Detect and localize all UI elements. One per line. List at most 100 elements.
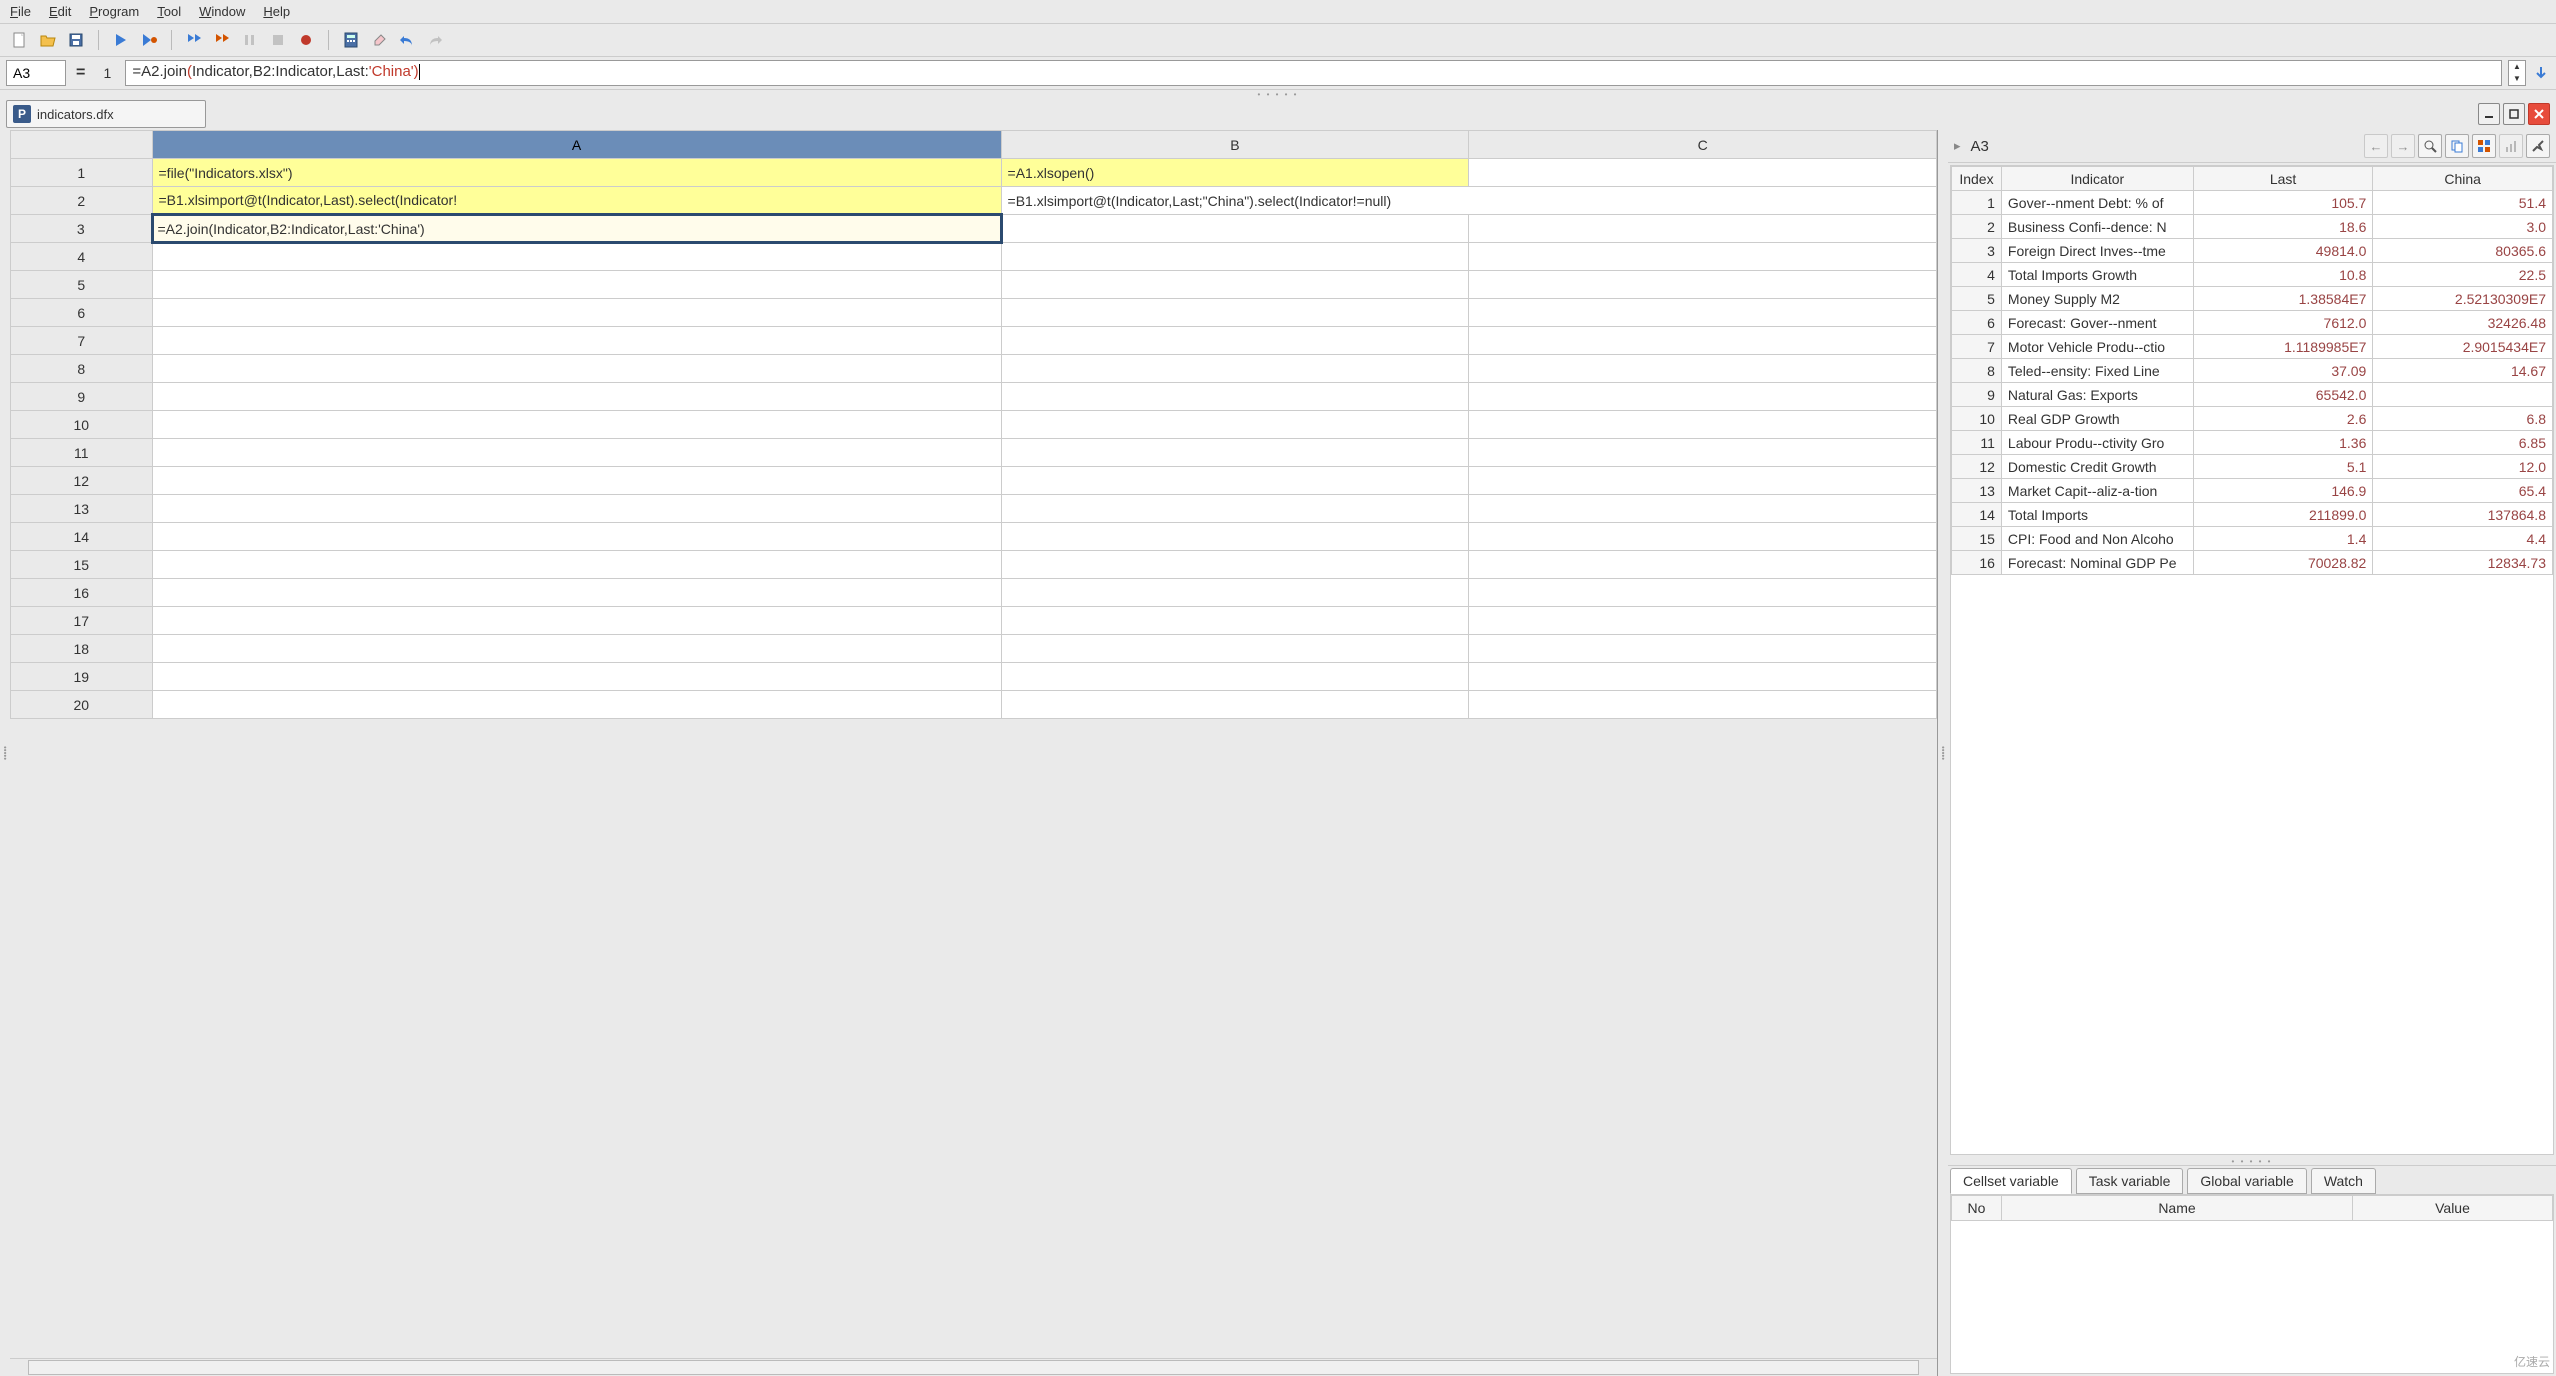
result-indicator-cell[interactable]: Money Supply M2 xyxy=(2001,287,2193,311)
col-header-C[interactable]: C xyxy=(1469,131,1937,159)
result-index-cell[interactable]: 1 xyxy=(1952,191,2002,215)
grid-cell[interactable] xyxy=(1469,271,1937,299)
col-header-B[interactable]: B xyxy=(1001,131,1469,159)
grid-cell[interactable] xyxy=(152,551,1001,579)
result-index-cell[interactable]: 5 xyxy=(1952,287,2002,311)
result-last-cell[interactable]: 5.1 xyxy=(2193,455,2373,479)
new-file-icon[interactable] xyxy=(10,30,30,50)
result-china-cell[interactable]: 6.85 xyxy=(2373,431,2553,455)
result-last-cell[interactable]: 65542.0 xyxy=(2193,383,2373,407)
result-last-cell[interactable]: 105.7 xyxy=(2193,191,2373,215)
row-header[interactable]: 16 xyxy=(11,579,153,607)
result-index-cell[interactable]: 12 xyxy=(1952,455,2002,479)
result-index-cell[interactable]: 3 xyxy=(1952,239,2002,263)
eraser-icon[interactable] xyxy=(369,30,389,50)
row-header[interactable]: 5 xyxy=(11,271,153,299)
spinner-down-icon[interactable]: ▼ xyxy=(2509,73,2525,85)
result-indicator-cell[interactable]: Total Imports xyxy=(2001,503,2193,527)
result-splitter[interactable]: • • • • • xyxy=(1948,1157,2556,1165)
row-header[interactable]: 13 xyxy=(11,495,153,523)
grid-cell[interactable] xyxy=(1469,579,1937,607)
file-tab[interactable]: P indicators.dfx xyxy=(6,100,206,128)
result-index-cell[interactable]: 7 xyxy=(1952,335,2002,359)
breakpoint-icon[interactable] xyxy=(296,30,316,50)
grid-cell[interactable] xyxy=(1001,691,1469,719)
grid-cell[interactable] xyxy=(1469,327,1937,355)
formula-input[interactable]: =A2.join(Indicator,B2:Indicator,Last:'Ch… xyxy=(125,60,2502,86)
grid-cell[interactable] xyxy=(1469,635,1937,663)
open-file-icon[interactable] xyxy=(38,30,58,50)
copy-button[interactable] xyxy=(2445,134,2469,158)
grid-cell[interactable] xyxy=(152,495,1001,523)
row-header[interactable]: 14 xyxy=(11,523,153,551)
grid-cell[interactable] xyxy=(1001,327,1469,355)
result-last-cell[interactable]: 146.9 xyxy=(2193,479,2373,503)
grid-cell[interactable]: =B1.xlsimport@t(Indicator,Last).select(I… xyxy=(152,187,1001,215)
grid-cell[interactable]: =A1.xlsopen() xyxy=(1001,159,1469,187)
grid-cell[interactable] xyxy=(1469,523,1937,551)
tab-cellset-variable[interactable]: Cellset variable xyxy=(1950,1168,2072,1194)
result-index-cell[interactable]: 8 xyxy=(1952,359,2002,383)
row-header[interactable]: 19 xyxy=(11,663,153,691)
tab-task-variable[interactable]: Task variable xyxy=(2076,1168,2184,1194)
grid-cell[interactable] xyxy=(1469,215,1937,243)
row-header[interactable]: 2 xyxy=(11,187,153,215)
menu-program[interactable]: Program xyxy=(89,4,139,19)
step-into-icon[interactable] xyxy=(212,30,232,50)
grid-cell[interactable] xyxy=(152,243,1001,271)
row-header[interactable]: 12 xyxy=(11,467,153,495)
grid-cell[interactable] xyxy=(1469,467,1937,495)
spinner-up-icon[interactable]: ▲ xyxy=(2509,61,2525,73)
horizontal-scrollbar[interactable] xyxy=(10,1358,1937,1376)
result-indicator-cell[interactable]: Total Imports Growth xyxy=(2001,263,2193,287)
result-china-cell[interactable]: 12.0 xyxy=(2373,455,2553,479)
result-indicator-cell[interactable]: Forecast: Gover--nment xyxy=(2001,311,2193,335)
grid-cell[interactable] xyxy=(1001,271,1469,299)
result-china-cell[interactable]: 2.52130309E7 xyxy=(2373,287,2553,311)
menu-tool[interactable]: Tool xyxy=(157,4,181,19)
result-china-cell[interactable]: 65.4 xyxy=(2373,479,2553,503)
grid-cell[interactable] xyxy=(1001,355,1469,383)
settings-button[interactable] xyxy=(2526,134,2550,158)
result-index-cell[interactable]: 16 xyxy=(1952,551,2002,575)
menu-edit[interactable]: Edit xyxy=(49,4,71,19)
row-header[interactable]: 11 xyxy=(11,439,153,467)
result-china-cell[interactable]: 32426.48 xyxy=(2373,311,2553,335)
row-header[interactable]: 3 xyxy=(11,215,153,243)
result-china-cell[interactable] xyxy=(2373,383,2553,407)
grid-cell[interactable] xyxy=(1001,495,1469,523)
grid-cell[interactable] xyxy=(1001,523,1469,551)
grid-cell[interactable] xyxy=(1001,383,1469,411)
row-header[interactable]: 10 xyxy=(11,411,153,439)
grid-cell[interactable] xyxy=(1469,607,1937,635)
grid-cell[interactable] xyxy=(1001,579,1469,607)
grid-cell[interactable] xyxy=(152,663,1001,691)
minimize-button[interactable] xyxy=(2478,103,2500,125)
grid-cell[interactable] xyxy=(1469,159,1937,187)
col-header-A[interactable]: A xyxy=(152,131,1001,159)
result-col-header[interactable]: Index xyxy=(1952,167,2002,191)
grid-cell[interactable] xyxy=(1001,439,1469,467)
row-header[interactable]: 15 xyxy=(11,551,153,579)
grid-cell[interactable] xyxy=(1469,243,1937,271)
stop-icon[interactable] xyxy=(268,30,288,50)
result-last-cell[interactable]: 1.4 xyxy=(2193,527,2373,551)
cellset-grid[interactable]: ABC 1=file("Indicators.xlsx")=A1.xlsopen… xyxy=(10,130,1937,719)
grid-cell[interactable] xyxy=(1001,635,1469,663)
grid-cell[interactable] xyxy=(152,579,1001,607)
result-table[interactable]: IndexIndicatorLastChina 1 Gover--nment D… xyxy=(1951,166,2553,575)
maximize-button[interactable] xyxy=(2503,103,2525,125)
tab-watch[interactable]: Watch xyxy=(2311,1168,2376,1194)
result-col-header[interactable]: Indicator xyxy=(2001,167,2193,191)
redo-icon[interactable] xyxy=(425,30,445,50)
row-header[interactable]: 9 xyxy=(11,383,153,411)
result-china-cell[interactable]: 3.0 xyxy=(2373,215,2553,239)
result-indicator-cell[interactable]: Domestic Credit Growth xyxy=(2001,455,2193,479)
grid-cell[interactable] xyxy=(1001,299,1469,327)
left-gutter[interactable]: ••••• xyxy=(0,130,10,1376)
menu-help[interactable]: Help xyxy=(263,4,290,19)
result-indicator-cell[interactable]: Motor Vehicle Produ--ctio xyxy=(2001,335,2193,359)
row-header[interactable]: 18 xyxy=(11,635,153,663)
result-indicator-cell[interactable]: Teled--ensity: Fixed Line xyxy=(2001,359,2193,383)
horizontal-splitter[interactable]: • • • • • xyxy=(0,90,2556,98)
